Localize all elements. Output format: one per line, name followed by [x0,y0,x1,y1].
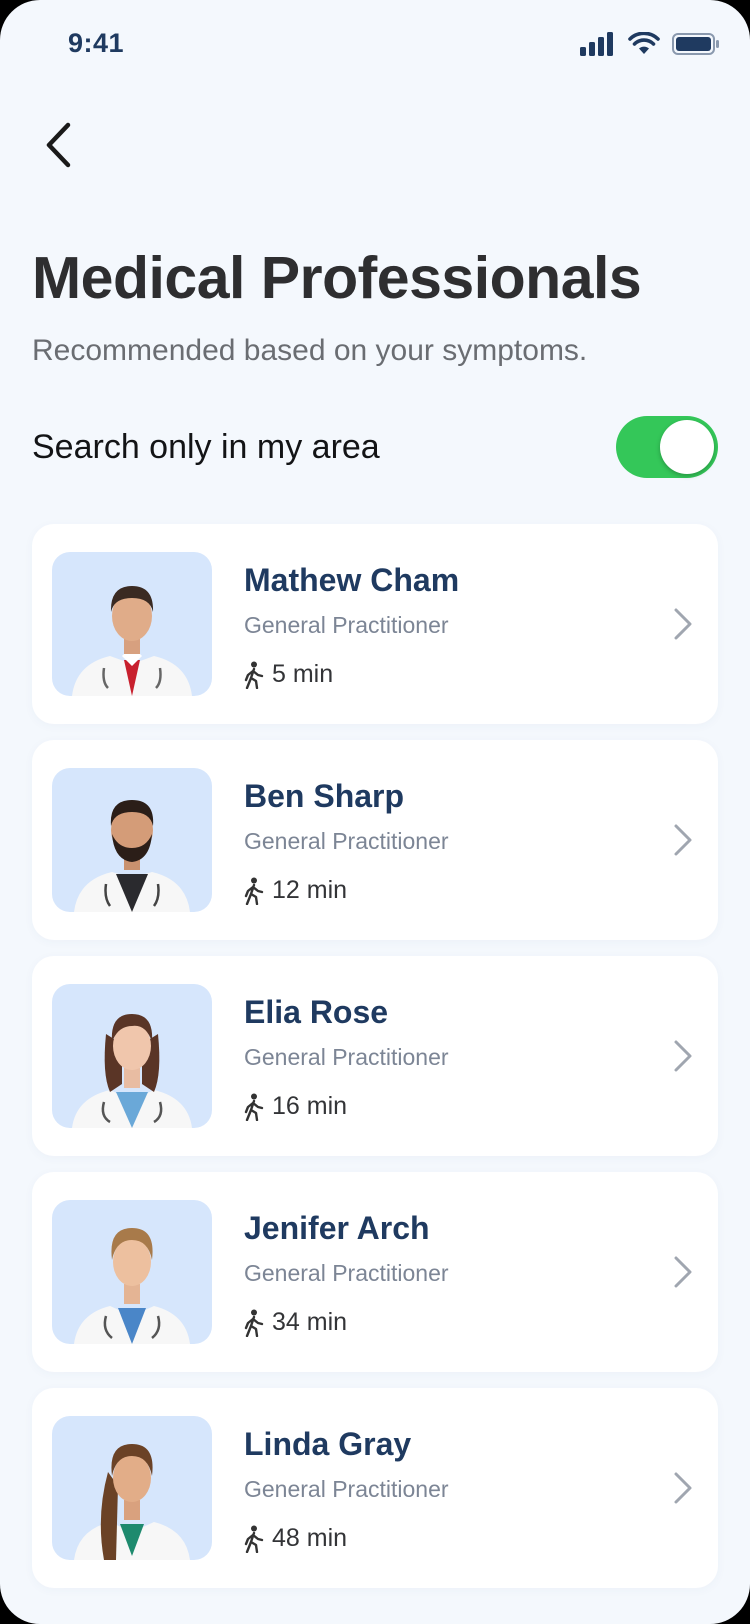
walking-icon [244,1093,264,1121]
page-title: Medical Professionals [32,245,642,311]
doctor-name: Ben Sharp [244,778,405,814]
app-screen: 9:41 Medical Professionals Recommended b… [0,0,750,1624]
cellular-signal-icon [580,32,613,56]
back-button[interactable] [30,110,86,180]
doctor-card[interactable]: Jenifer Arch General Practitioner 34 min [32,1172,718,1372]
doctor-role: General Practitioner [244,612,449,638]
doctor-name: Elia Rose [244,994,389,1030]
back-chevron-icon [46,122,71,168]
doctor-photo [52,552,212,696]
doctor-card[interactable]: Linda Gray General Practitioner 48 min [32,1388,718,1588]
status-time: 9:41 [68,28,125,58]
wifi-icon [628,32,660,54]
doctor-name: Jenifer Arch [244,1210,430,1246]
walking-icon [244,1309,264,1337]
chevron-right-icon [674,824,692,856]
chevron-right-icon [674,1040,692,1072]
walk-time: 5 min [272,660,334,688]
toggle-knob [660,420,714,474]
chevron-right-icon [674,608,692,640]
doctor-photo [52,984,212,1128]
walk-time: 16 min [272,1092,348,1120]
chevron-right-icon [674,1256,692,1288]
walk-time-row: 5 min [242,660,333,689]
walk-time-row: 12 min [242,876,347,905]
doctor-photo [52,1416,212,1560]
status-icons [580,32,720,56]
area-filter-toggle[interactable] [616,416,718,478]
area-filter-label: Search only in my area [32,428,380,466]
walk-time: 34 min [272,1308,348,1336]
walk-time-row: 16 min [242,1092,347,1121]
doctor-card[interactable]: Elia Rose General Practitioner 16 min [32,956,718,1156]
doctor-role: General Practitioner [244,1476,449,1502]
chevron-right-icon [674,1472,692,1504]
status-bar: 9:41 [0,0,750,96]
battery-icon [672,33,719,55]
walking-icon [244,1525,264,1553]
page-subtitle: Recommended based on your symptoms. [32,334,588,367]
doctor-role: General Practitioner [244,1260,449,1286]
walk-time: 48 min [272,1524,348,1552]
doctor-card[interactable]: Mathew Cham General Practitioner 5 min [32,524,718,724]
walking-icon [244,661,264,689]
walking-icon [244,877,264,905]
doctor-name: Linda Gray [244,1426,412,1462]
walk-time: 12 min [272,876,348,904]
doctor-photo [52,1200,212,1344]
walk-time-row: 34 min [242,1308,347,1337]
doctor-list: Mathew Cham General Practitioner 5 min B… [32,524,718,1604]
doctor-name: Mathew Cham [244,562,460,598]
doctor-role: General Practitioner [244,828,449,854]
walk-time-row: 48 min [242,1524,347,1553]
doctor-photo [52,768,212,912]
doctor-card[interactable]: Ben Sharp General Practitioner 12 min [32,740,718,940]
doctor-role: General Practitioner [244,1044,449,1070]
